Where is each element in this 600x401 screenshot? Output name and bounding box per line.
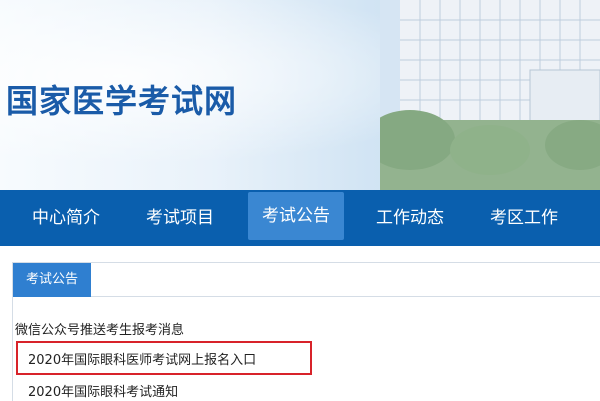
nav-item-work-news[interactable]: 工作动态 xyxy=(362,190,458,246)
nav-item-exam-programs[interactable]: 考试项目 xyxy=(132,190,228,246)
nav-item-center-intro[interactable]: 中心简介 xyxy=(18,190,114,246)
nav-item-exam-area-work[interactable]: 考区工作 xyxy=(476,190,572,246)
highlight-box xyxy=(16,341,312,375)
header-banner: 国家医学考试网 xyxy=(0,0,600,190)
site-title[interactable]: 国家医学考试网 xyxy=(6,76,237,122)
section-tab-exam-announcements[interactable]: 考试公告 xyxy=(13,263,91,297)
notice-link-exam-notice[interactable]: 2020年国际眼科考试通知 xyxy=(28,381,178,400)
nav-item-exam-announcements[interactable]: 考试公告 xyxy=(248,192,344,240)
notice-link-wechat[interactable]: 微信公众号推送考生报考消息 xyxy=(15,319,184,338)
building-photo xyxy=(380,0,600,190)
section-divider xyxy=(91,296,600,297)
main-nav: 中心简介 考试项目 考试公告 工作动态 考区工作 xyxy=(0,190,600,246)
